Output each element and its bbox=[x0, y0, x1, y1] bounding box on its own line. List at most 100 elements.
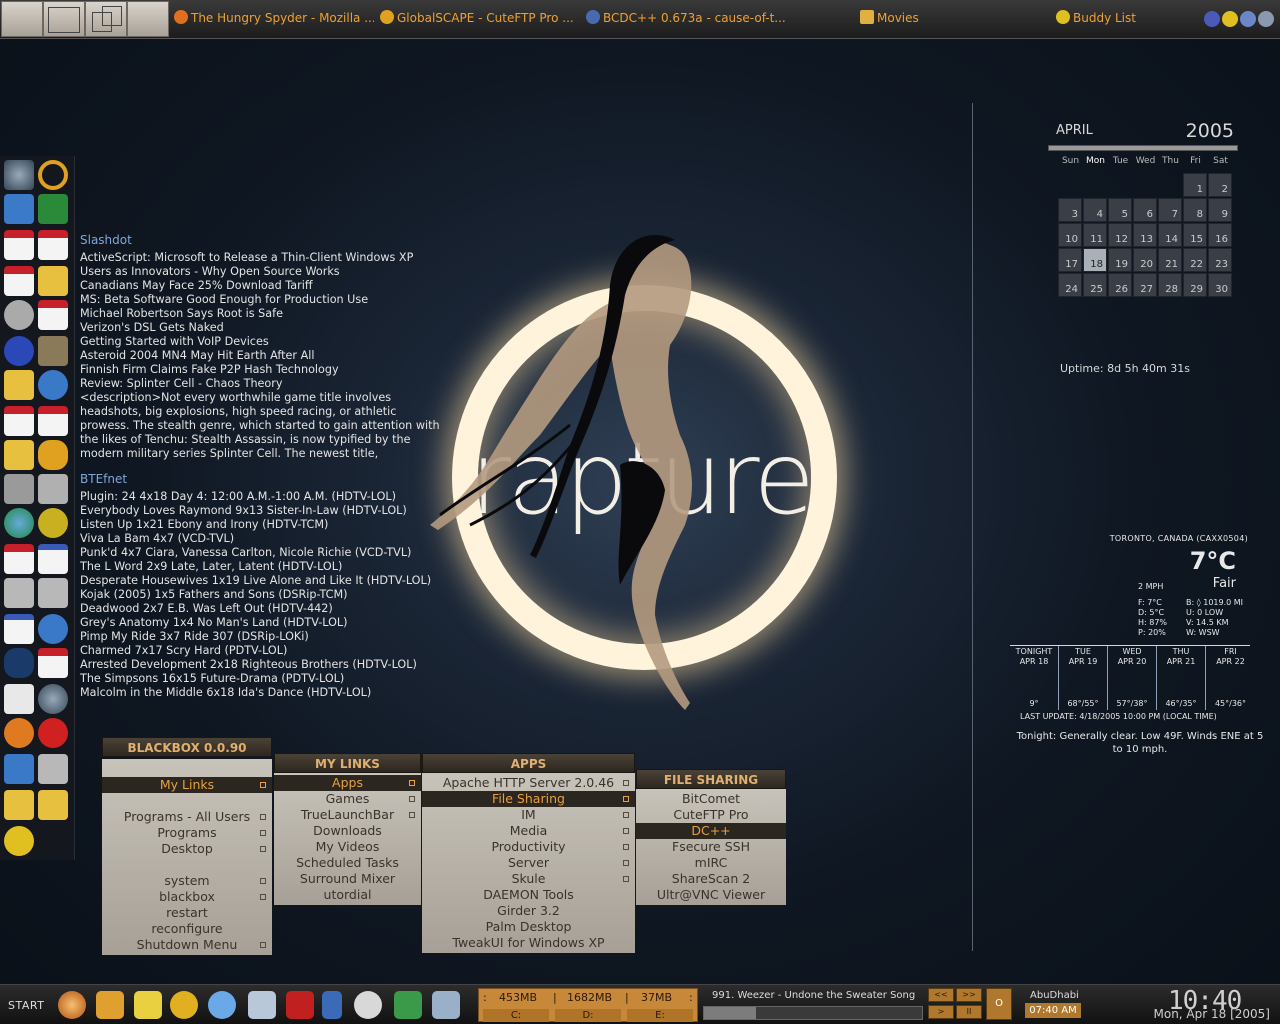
folder-icon[interactable] bbox=[38, 266, 68, 296]
menu-item[interactable]: mIRC bbox=[636, 855, 786, 871]
calendar-day[interactable]: 5 bbox=[1108, 198, 1132, 222]
tray-shield-icon[interactable] bbox=[1204, 11, 1220, 27]
feed-item[interactable]: Getting Started with VoIP Devices bbox=[80, 335, 460, 349]
calendar-day[interactable]: 4 bbox=[1083, 198, 1107, 222]
feed-item[interactable]: Review: Splinter Cell - Chaos Theory bbox=[80, 377, 460, 391]
stack-icon[interactable] bbox=[96, 991, 124, 1019]
calendar-day[interactable]: 8 bbox=[1183, 198, 1207, 222]
drive-d-label[interactable]: D: bbox=[555, 1009, 621, 1022]
menu-item[interactable]: Desktop bbox=[102, 841, 272, 857]
feed-item[interactable]: Listen Up 1x21 Ebony and Irony (HDTV-TCM… bbox=[80, 518, 460, 532]
menu-item[interactable]: Apache HTTP Server 2.0.46 bbox=[422, 775, 635, 791]
calendar-day[interactable]: 29 bbox=[1183, 273, 1207, 297]
menu-item[interactable]: Skule bbox=[422, 871, 635, 887]
menu-item[interactable]: Games bbox=[274, 791, 421, 807]
menu-item[interactable]: My Links bbox=[102, 777, 272, 793]
menu-item[interactable]: Programs bbox=[102, 825, 272, 841]
tray-network-icon[interactable] bbox=[1240, 11, 1256, 27]
computer-icon[interactable] bbox=[248, 991, 276, 1019]
calendar-day[interactable]: 6 bbox=[1133, 198, 1157, 222]
feed-item[interactable]: MS: Beta Software Good Enough for Produc… bbox=[80, 293, 460, 307]
pdf-icon[interactable] bbox=[38, 406, 68, 436]
calendar-day[interactable]: 12 bbox=[1108, 223, 1132, 247]
menu-item[interactable]: restart bbox=[102, 905, 272, 921]
folder-icon[interactable] bbox=[38, 790, 68, 820]
feed-item[interactable]: Grey's Anatomy 1x4 No Man's Land (HDTV-L… bbox=[80, 616, 460, 630]
disk-icon[interactable] bbox=[4, 578, 34, 608]
task-cuteftp[interactable]: GlobalSCAPE - CuteFTP Pro ... bbox=[380, 10, 580, 30]
network-drive-icon[interactable] bbox=[4, 474, 34, 504]
pdf-icon[interactable] bbox=[38, 300, 68, 330]
menu-item[interactable]: DAEMON Tools bbox=[422, 887, 635, 903]
workspace-3-button[interactable] bbox=[85, 1, 127, 37]
menu-item[interactable]: File Sharing bbox=[422, 791, 635, 807]
feed-item[interactable]: Arrested Development 2x18 Righteous Brot… bbox=[80, 658, 460, 672]
calendar-day[interactable]: 20 bbox=[1133, 248, 1157, 272]
feed-item[interactable]: The Simpsons 16x15 Future-Drama (PDTV-LO… bbox=[80, 672, 460, 686]
menu-item[interactable]: Server bbox=[422, 855, 635, 871]
pause-button[interactable]: II bbox=[956, 1005, 982, 1019]
menu-item[interactable]: utordial bbox=[274, 887, 421, 903]
person-icon[interactable] bbox=[322, 991, 342, 1019]
prev-track-button[interactable]: << bbox=[928, 988, 954, 1002]
workspace-2-button[interactable] bbox=[43, 1, 85, 37]
menu-item[interactable]: Apps bbox=[274, 775, 421, 791]
feed-item[interactable]: Canadians May Face 25% Download Tariff bbox=[80, 279, 460, 293]
folder-icon[interactable] bbox=[4, 370, 34, 400]
menu-item[interactable]: blackbox bbox=[102, 889, 272, 905]
menu-item[interactable]: Shutdown Menu bbox=[102, 937, 272, 953]
task-dcpp[interactable]: BCDC++ 0.673a - cause-of-t... bbox=[586, 10, 786, 30]
menu-item[interactable]: Programs - All Users bbox=[102, 809, 272, 825]
gear-icon[interactable] bbox=[38, 508, 68, 538]
menu-item[interactable]: TweakUI for Windows XP bbox=[422, 935, 635, 951]
cd-icon[interactable] bbox=[4, 300, 34, 330]
pdf-icon[interactable] bbox=[4, 230, 34, 260]
calendar-day[interactable]: 7 bbox=[1158, 198, 1182, 222]
feed-item[interactable]: Pimp My Ride 3x7 Ride 307 (DSRip-LOKi) bbox=[80, 630, 460, 644]
globe-icon[interactable] bbox=[208, 991, 236, 1019]
task-firefox[interactable]: The Hungry Spyder - Mozilla ... bbox=[174, 10, 374, 30]
menu-item[interactable]: Surround Mixer bbox=[274, 871, 421, 887]
disk-icon[interactable] bbox=[38, 578, 68, 608]
feed-item[interactable]: Desperate Housewives 1x19 Live Alone and… bbox=[80, 574, 460, 588]
task-buddy-list[interactable]: Buddy List bbox=[1056, 10, 1176, 30]
feed-item[interactable]: Asteroid 2004 MN4 May Hit Earth After Al… bbox=[80, 349, 460, 363]
feed-item[interactable]: ActiveScript: Microsoft to Release a Thi… bbox=[80, 251, 460, 265]
feed-item[interactable]: Users as Innovators - Why Open Source Wo… bbox=[80, 265, 460, 279]
pdf-icon[interactable] bbox=[4, 266, 34, 296]
scanner-icon[interactable] bbox=[38, 474, 68, 504]
star-icon[interactable] bbox=[170, 991, 198, 1019]
pdf-icon[interactable] bbox=[4, 406, 34, 436]
calendar-day[interactable]: 22 bbox=[1183, 248, 1207, 272]
calendar-day[interactable]: 24 bbox=[1058, 273, 1082, 297]
menu-item[interactable]: Productivity bbox=[422, 839, 635, 855]
calendar-day[interactable]: 26 bbox=[1108, 273, 1132, 297]
menu-item[interactable]: Downloads bbox=[274, 823, 421, 839]
calendar-day[interactable]: 17 bbox=[1058, 248, 1082, 272]
ie-icon[interactable] bbox=[38, 614, 68, 644]
feed-item[interactable]: Kojak (2005) 1x5 Fathers and Sons (DSRip… bbox=[80, 588, 460, 602]
calendar-day[interactable]: 16 bbox=[1208, 223, 1232, 247]
calendar-day[interactable]: 23 bbox=[1208, 248, 1232, 272]
menu-item[interactable]: IM bbox=[422, 807, 635, 823]
pdf-icon[interactable] bbox=[38, 648, 68, 678]
menu-item[interactable]: My Videos bbox=[274, 839, 421, 855]
calendar-day[interactable]: 27 bbox=[1133, 273, 1157, 297]
folder-download-icon[interactable] bbox=[394, 991, 422, 1019]
menu-item[interactable]: Fsecure SSH bbox=[636, 839, 786, 855]
calendar-day[interactable]: 11 bbox=[1083, 223, 1107, 247]
feed-item[interactable]: Plugin: 24 4x18 Day 4: 12:00 A.M.-1:00 A… bbox=[80, 490, 460, 504]
monitor-icon[interactable] bbox=[38, 684, 68, 714]
menu-item[interactable]: ShareScan 2 bbox=[636, 871, 786, 887]
calendar-day[interactable]: 14 bbox=[1158, 223, 1182, 247]
menu-item[interactable]: system bbox=[102, 873, 272, 889]
menu-item[interactable]: reconfigure bbox=[102, 921, 272, 937]
calendar-day[interactable]: 21 bbox=[1158, 248, 1182, 272]
globe-icon[interactable] bbox=[4, 508, 34, 538]
feed-item[interactable]: Verizon's DSL Gets Naked bbox=[80, 321, 460, 335]
calendar-day[interactable]: 30 bbox=[1208, 273, 1232, 297]
drive-e-label[interactable]: E: bbox=[627, 1009, 693, 1022]
feed-title[interactable]: BTEfnet bbox=[80, 472, 460, 486]
fish-icon[interactable] bbox=[4, 826, 34, 856]
orb-icon[interactable] bbox=[58, 991, 86, 1019]
